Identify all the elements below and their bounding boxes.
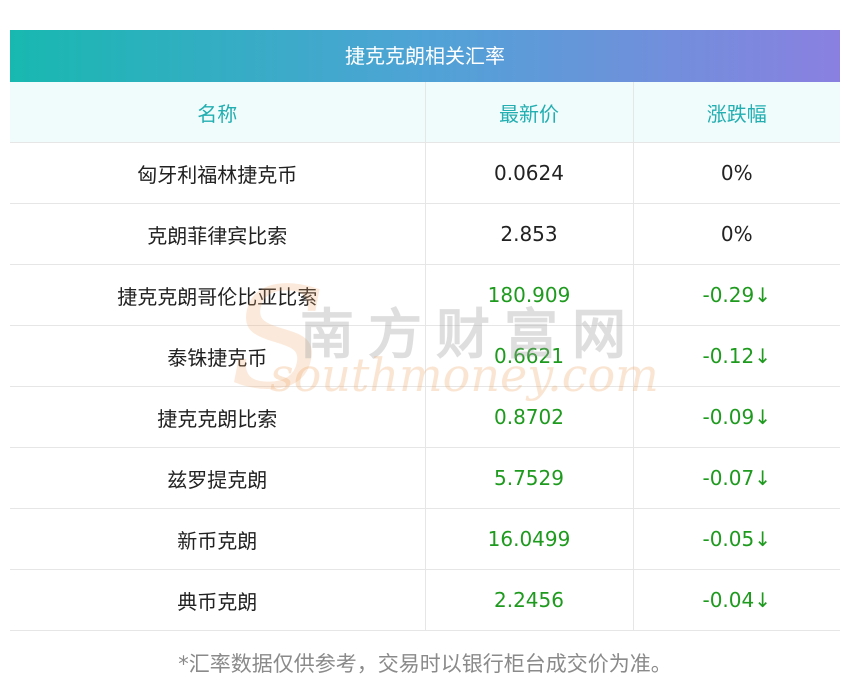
row-price: 0.0624: [425, 142, 634, 204]
table-title: 捷克克朗相关汇率: [10, 30, 840, 82]
row-name[interactable]: 典币克朗: [10, 569, 426, 631]
row-change: -0.07↓: [633, 447, 840, 509]
row-price: 180.909: [425, 264, 634, 326]
row-name[interactable]: 兹罗提克朗: [10, 447, 426, 509]
header-change: 涨跌幅: [633, 82, 840, 143]
table-header-row: 名称 最新价 涨跌幅: [10, 82, 840, 143]
row-price: 5.7529: [425, 447, 634, 509]
row-change: 0%: [633, 142, 840, 204]
row-price: 0.8702: [425, 386, 634, 448]
row-change: 0%: [633, 203, 840, 265]
row-price: 2.853: [425, 203, 634, 265]
table-row[interactable]: 捷克克朗哥伦比亚比索 180.909 -0.29↓: [10, 264, 840, 326]
row-change: -0.05↓: [633, 508, 840, 570]
table-row[interactable]: 泰铢捷克币 0.6621 -0.12↓: [10, 325, 840, 387]
table-row[interactable]: 匈牙利福林捷克币 0.0624 0%: [10, 142, 840, 204]
rates-table: 名称 最新价 涨跌幅 匈牙利福林捷克币 0.0624 0% 克朗菲律宾比索 2.…: [10, 82, 840, 631]
table-row[interactable]: 克朗菲律宾比索 2.853 0%: [10, 203, 840, 265]
header-price: 最新价: [425, 82, 634, 143]
table-row[interactable]: 捷克克朗比索 0.8702 -0.09↓: [10, 386, 840, 448]
table-row[interactable]: 新币克朗 16.0499 -0.05↓: [10, 508, 840, 570]
row-change: -0.29↓: [633, 264, 840, 326]
row-price: 16.0499: [425, 508, 634, 570]
row-change: -0.04↓: [633, 569, 840, 631]
row-name[interactable]: 匈牙利福林捷克币: [10, 142, 426, 204]
row-price: 2.2456: [425, 569, 634, 631]
row-change: -0.09↓: [633, 386, 840, 448]
table-row[interactable]: 兹罗提克朗 5.7529 -0.07↓: [10, 447, 840, 509]
row-change: -0.12↓: [633, 325, 840, 387]
table-row[interactable]: 典币克朗 2.2456 -0.04↓: [10, 569, 840, 631]
row-name[interactable]: 克朗菲律宾比索: [10, 203, 426, 265]
row-name[interactable]: 捷克克朗比索: [10, 386, 426, 448]
page: 捷克克朗相关汇率 名称 最新价 涨跌幅 匈牙利福林捷克币 0.0624 0% 克…: [0, 0, 850, 697]
footnote: *汇率数据仅供参考，交易时以银行柜台成交价为准。: [178, 652, 672, 676]
row-name[interactable]: 捷克克朗哥伦比亚比索: [10, 264, 426, 326]
rates-table-container: 捷克克朗相关汇率 名称 最新价 涨跌幅 匈牙利福林捷克币 0.0624 0% 克…: [10, 30, 840, 631]
row-name[interactable]: 泰铢捷克币: [10, 325, 426, 387]
row-name[interactable]: 新币克朗: [10, 508, 426, 570]
row-price: 0.6621: [425, 325, 634, 387]
header-name: 名称: [10, 82, 426, 143]
